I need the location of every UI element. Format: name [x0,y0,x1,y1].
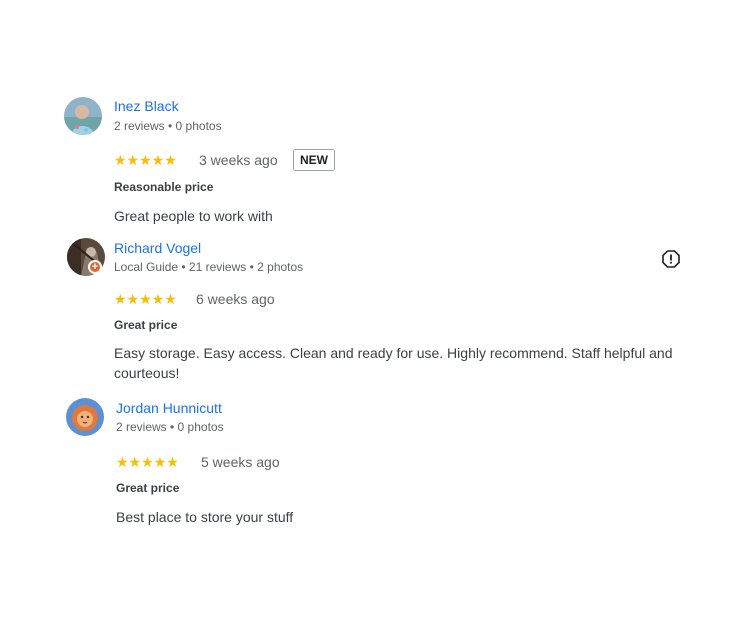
avatar[interactable] [66,398,104,436]
review-text: Easy storage. Easy access. Clean and rea… [114,345,673,381]
new-badge: NEW [293,149,335,171]
price-label: Reasonable price [114,180,214,194]
reviewer-meta: 2 reviews • 0 photos [116,420,224,434]
reviewer-name[interactable]: Jordan Hunnicutt [116,400,222,416]
price-label: Great price [114,318,178,332]
reviewer-name[interactable]: Richard Vogel [114,240,201,256]
local-guide-badge: + [88,260,102,274]
reviewer-meta: Local Guide • 21 reviews • 2 photos [114,260,304,274]
review-date: 5 weeks ago [201,454,280,470]
reviewer-name[interactable]: Inez Black [114,98,179,114]
avatar[interactable] [64,97,102,135]
reviewer-meta: 2 reviews • 0 photos [114,119,222,133]
reviews-list: Inez Black 2 reviews • 0 photos ★★★★★ 3 … [0,0,750,625]
review-date: 6 weeks ago [196,291,275,307]
report-flag-icon[interactable] [661,249,681,269]
review-text: Best place to store your stuff [116,509,294,525]
star-rating: ★★★★★ [114,152,177,168]
review-text: Great people to work with [114,208,273,224]
star-rating: ★★★★★ [116,454,179,470]
star-rating: ★★★★★ [114,291,177,307]
review-date: 3 weeks ago [199,152,278,168]
price-label: Great price [116,481,180,495]
